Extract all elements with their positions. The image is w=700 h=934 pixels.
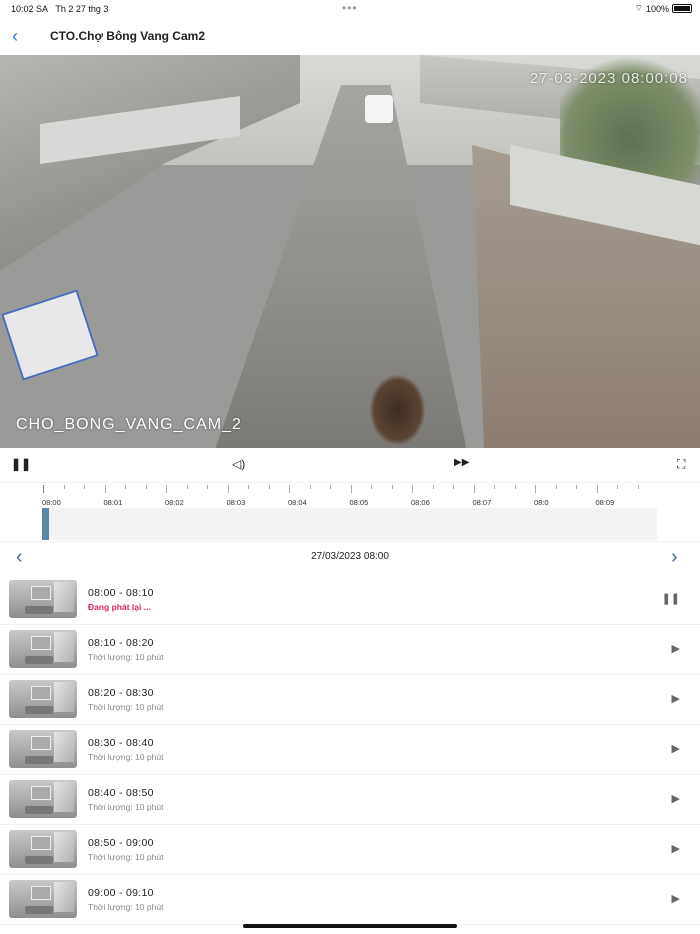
timeline-tick: [207, 485, 208, 489]
pause-icon[interactable]: ❚❚: [11, 457, 31, 471]
timeline-tick: [617, 485, 618, 489]
timeline-tick: [494, 485, 495, 489]
timeline-label: 08:02: [165, 498, 184, 507]
recording-subtitle: Đang phát lại ...: [88, 602, 151, 612]
wifi-icon: ⌔: [634, 3, 643, 13]
fullscreen-icon[interactable]: ⛶: [677, 457, 685, 472]
timeline-tick: [104, 485, 106, 493]
play-icon[interactable]: ▶: [672, 892, 680, 905]
recording-time-range: 08:50 - 09:00: [88, 837, 154, 849]
recording-time-range: 08:10 - 08:20: [88, 637, 154, 649]
home-indicator[interactable]: [243, 924, 457, 928]
recording-time-range: 08:30 - 08:40: [88, 737, 154, 749]
timeline-tick: [248, 485, 249, 489]
pause-icon[interactable]: ❚❚: [662, 592, 680, 605]
recording-item[interactable]: 08:00 - 08:10 Đang phát lại ... ❚❚: [0, 575, 700, 625]
timeline-tick: [637, 485, 639, 489]
recording-item[interactable]: 08:20 - 08:30 Thời lượng: 10 phút ▶: [0, 675, 700, 725]
recording-time-range: 08:40 - 08:50: [88, 787, 154, 799]
timeline-tick: [186, 485, 188, 489]
timeline-tick: [514, 485, 516, 489]
play-icon[interactable]: ▶: [672, 642, 680, 655]
date-navigator: ‹ 27/03/2023 08:00 ›: [0, 541, 700, 573]
recording-subtitle: Thời lượng: 10 phút: [88, 802, 164, 812]
recording-item[interactable]: 08:40 - 08:50 Thời lượng: 10 phút ▶: [0, 775, 700, 825]
timeline-tick: [350, 485, 352, 493]
recording-thumbnail: [9, 830, 77, 868]
timeline-label: 08:04: [288, 498, 307, 507]
timeline-track[interactable]: [42, 508, 657, 540]
timeline-label: 08:0: [534, 498, 549, 507]
recording-subtitle: Thời lượng: 10 phút: [88, 902, 164, 912]
timeline-tick: [596, 485, 598, 493]
camera-label: CHO_BONG_VANG_CAM_2: [16, 416, 242, 433]
timeline-label: 08:07: [472, 498, 492, 507]
recording-subtitle: Thời lượng: 10 phút: [88, 702, 164, 712]
volume-icon[interactable]: ◁): [232, 457, 245, 471]
recording-time-range: 09:00 - 09:10: [88, 887, 154, 899]
timeline-label: 08:03: [226, 498, 246, 507]
recording-thumbnail: [9, 580, 77, 618]
recording-time-range: 08:20 - 08:30: [88, 687, 154, 699]
timeline-tick: [576, 485, 577, 489]
video-player[interactable]: 27-03-2023 08:00:08 CHO_BONG_VANG_CAM_2: [0, 55, 700, 448]
timeline-tick: [227, 485, 229, 493]
recording-item[interactable]: 09:00 - 09:10 Thời lượng: 10 phút ▶: [0, 875, 700, 925]
play-icon[interactable]: ▶: [672, 742, 680, 755]
timeline-label: 08:00: [42, 498, 61, 507]
play-icon[interactable]: ▶: [672, 792, 680, 805]
timeline-tick: [289, 485, 290, 493]
recording-thumbnail: [9, 630, 77, 668]
next-date-button[interactable]: ›: [671, 546, 678, 569]
timeline-tick: [166, 485, 167, 493]
play-icon[interactable]: ▶: [672, 842, 680, 855]
recording-item[interactable]: 08:50 - 09:00 Thời lượng: 10 phút ▶: [0, 825, 700, 875]
timeline-tick: [84, 485, 85, 489]
player-controls: ❚❚ ◁) ▶▶ ⛶: [0, 450, 700, 480]
timeline-tick: [535, 485, 536, 493]
timeline-tick: [145, 485, 147, 489]
timeline-tick: [371, 485, 372, 489]
video-timestamp: 27-03-2023 08:00:08: [529, 70, 688, 87]
timeline-tick: [391, 485, 393, 489]
recording-subtitle: Thời lượng: 10 phút: [88, 752, 164, 762]
timeline-tick: [432, 485, 434, 489]
recording-thumbnail: [9, 730, 77, 768]
recording-item[interactable]: 08:30 - 08:40 Thời lượng: 10 phút ▶: [0, 725, 700, 775]
recording-subtitle: Thời lượng: 10 phút: [88, 852, 164, 862]
timeline-tick: [309, 485, 311, 489]
play-icon[interactable]: ▶: [672, 692, 680, 705]
timeline-tick: [555, 485, 557, 489]
recording-subtitle: Thời lượng: 10 phút: [88, 652, 164, 662]
timeline-tick: [125, 485, 126, 489]
recording-item[interactable]: 08:10 - 08:20 Thời lượng: 10 phút ▶: [0, 625, 700, 675]
timeline-position-marker[interactable]: [42, 508, 49, 540]
timeline-label: 08:05: [349, 498, 369, 507]
battery-status: ⌔ 100%: [634, 3, 692, 14]
timeline-tick: [453, 485, 454, 489]
battery-icon: [672, 4, 692, 13]
timeline-label: 08:09: [595, 498, 615, 507]
recording-thumbnail: [9, 780, 77, 818]
fast-forward-icon[interactable]: ▶▶: [454, 457, 469, 468]
recording-thumbnail: [9, 680, 77, 718]
timeline-tick: [268, 485, 270, 489]
back-button[interactable]: ‹: [12, 26, 18, 47]
status-time: 10:02 SA Th 2 27 thg 3: [11, 4, 109, 14]
timeline-tick: [330, 485, 331, 489]
timeline-tick: [63, 485, 65, 489]
timeline-label: 08:01: [103, 498, 123, 507]
timeline-tick: [473, 485, 475, 493]
page-title: CTO.Chợ Bông Vang Cam2: [50, 29, 205, 43]
multitask-dots[interactable]: •••: [342, 1, 358, 15]
current-date: 27/03/2023 08:00: [311, 551, 389, 562]
timeline-label: 08:06: [411, 498, 430, 507]
timeline-tick: [43, 485, 44, 493]
recording-thumbnail: [9, 880, 77, 918]
timeline-tick: [412, 485, 413, 493]
recording-time-range: 08:00 - 08:10: [88, 587, 154, 599]
status-bar: 10:02 SA Th 2 27 thg 3 ••• ⌔ 100%: [0, 0, 700, 18]
